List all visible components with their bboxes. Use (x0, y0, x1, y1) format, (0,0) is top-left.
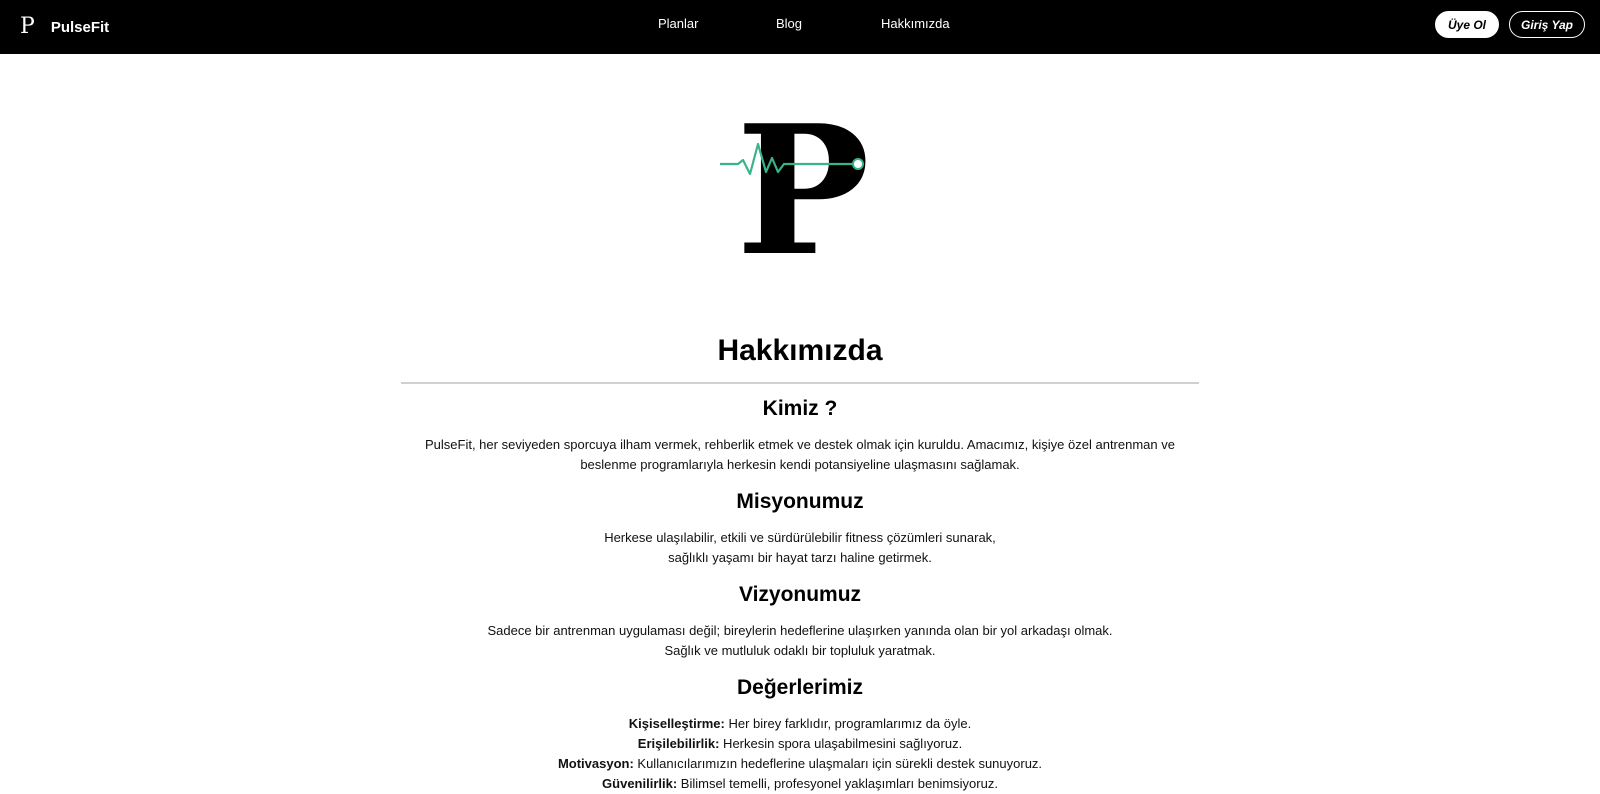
pulse-dot-icon (852, 158, 864, 170)
pulsefit-logo-icon: P (718, 86, 880, 295)
who-title: Kimiz ? (762, 397, 838, 420)
value-text: Herkesin spora ulaşabilmesini sağlıyoruz… (719, 736, 963, 751)
about-content: Hakkımızda Kimiz ? PulseFit, her seviyed… (400, 326, 1200, 794)
value-item: Motivasyon: Kullanıcılarımızın hedefleri… (400, 754, 1200, 774)
values-title: Değerlerimiz (736, 676, 864, 699)
value-label: Motivasyon: (557, 756, 634, 771)
who-line-2: beslenme programlarıyla herkesin kendi p… (580, 457, 1020, 472)
vision-title: Vizyonumuz (738, 583, 862, 606)
value-label: Kişiselleştirme: (628, 716, 725, 731)
value-text: Kullanıcılarımızın hedeflerine ulaşmalar… (633, 756, 1043, 771)
value-item: Güvenilirlik: Bilimsel temelli, profesyo… (400, 774, 1200, 794)
mission-text: Herkese ulaşılabilir, etkili ve sürdürül… (400, 528, 1200, 568)
nav-link-plans[interactable]: Planlar (658, 16, 698, 31)
logo-letter: P (736, 108, 870, 264)
signup-button[interactable]: Üye Ol (1435, 11, 1499, 38)
mission-line-2: sağlıklı yaşamı bir hayat tarzı haline g… (668, 550, 932, 565)
mission-line-1: Herkese ulaşılabilir, etkili ve sürdürül… (604, 530, 996, 545)
mission-title: Misyonumuz (736, 490, 864, 513)
nav-link-about[interactable]: Hakkımızda (881, 16, 950, 31)
login-button[interactable]: Giriş Yap (1509, 11, 1585, 38)
nav-link-blog[interactable]: Blog (776, 16, 802, 31)
top-navbar: P PulseFit Planlar Blog Hakkımızda Üye O… (0, 0, 1600, 54)
who-line-1: PulseFit, her seviyeden sporcuya ilham v… (425, 437, 1175, 452)
title-divider (401, 382, 1199, 384)
page-title: Hakkımızda (717, 334, 883, 367)
value-label: Erişilebilirlik: (637, 736, 720, 751)
who-text: PulseFit, her seviyeden sporcuya ilham v… (400, 435, 1200, 475)
value-item: Erişilebilirlik: Herkesin spora ulaşabil… (400, 734, 1200, 754)
vision-text: Sadece bir antrenman uygulaması değil; b… (400, 621, 1200, 661)
value-text: Her birey farklıdır, programlarımız da ö… (724, 716, 972, 731)
value-item: Kişiselleştirme: Her birey farklıdır, pr… (400, 714, 1200, 734)
vision-line-2: Sağlık ve mutluluk odaklı bir topluluk y… (664, 643, 936, 658)
vision-line-1: Sadece bir antrenman uygulaması değil; b… (487, 623, 1113, 638)
values-list: Kişiselleştirme: Her birey farklıdır, pr… (400, 714, 1200, 794)
main-nav: Planlar Blog Hakkımızda (0, 0, 1600, 54)
